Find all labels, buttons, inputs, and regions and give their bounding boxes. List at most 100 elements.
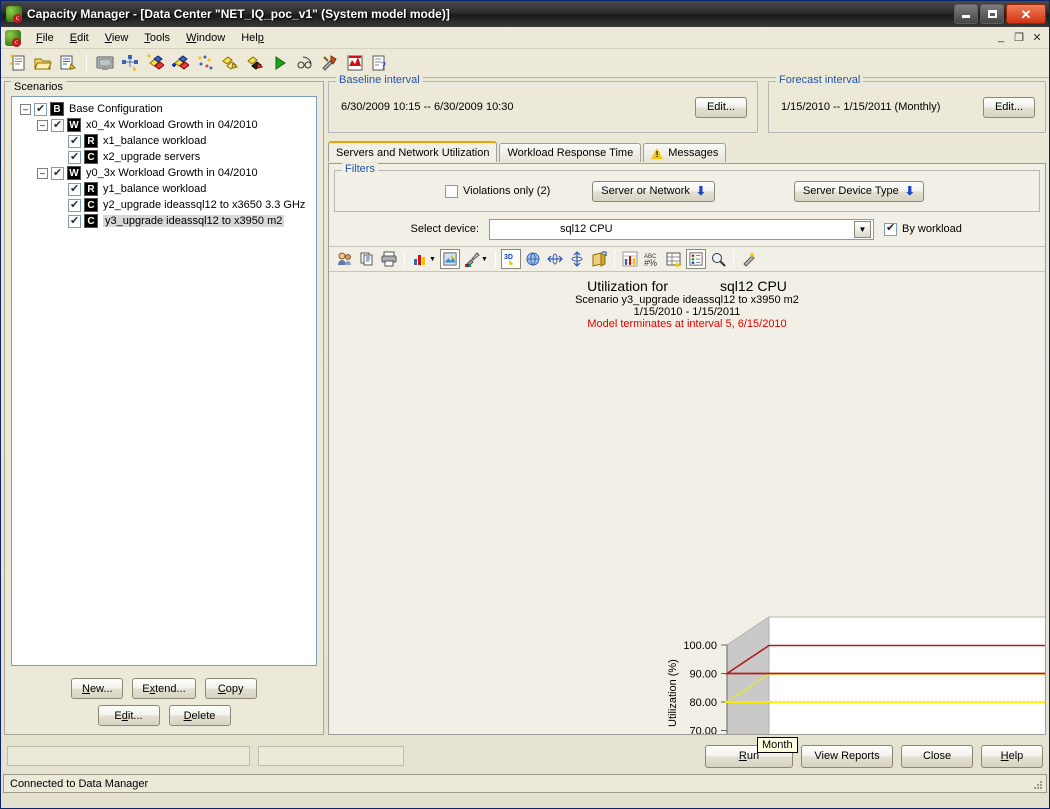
rotate-vertical-icon[interactable] bbox=[567, 249, 587, 269]
copy-scenario-button[interactable]: Copy bbox=[204, 678, 257, 699]
open-folder-icon[interactable] bbox=[32, 52, 54, 74]
close-button-bottom[interactable]: Close bbox=[901, 744, 973, 768]
tree-expander-icon[interactable]: – bbox=[37, 119, 48, 131]
legend-icon[interactable] bbox=[685, 249, 706, 269]
svg-text:100.00: 100.00 bbox=[683, 640, 717, 652]
run-icon[interactable] bbox=[269, 52, 291, 74]
tree-node-checkbox[interactable] bbox=[68, 182, 81, 196]
edit-scenario-icon[interactable] bbox=[219, 52, 241, 74]
server-or-network-button[interactable]: Server or Network ⬇ bbox=[592, 180, 715, 202]
scatter-icon[interactable] bbox=[194, 52, 216, 74]
tree-node-badge: C bbox=[84, 198, 98, 212]
tree-node[interactable]: Cy3_upgrade ideassql12 to x3950 m2 bbox=[14, 213, 314, 229]
mdi-app-icon[interactable] bbox=[5, 29, 21, 47]
tree-node-checkbox[interactable] bbox=[68, 198, 81, 212]
tab-workload-response-time[interactable]: Workload Response Time bbox=[499, 143, 642, 162]
tab-servers-and-network-utilization[interactable]: Servers and Network Utilization bbox=[328, 141, 498, 162]
chart-type-icon[interactable] bbox=[410, 249, 430, 269]
tree-node[interactable]: – Wx0_4x Workload Growth in 04/2010 bbox=[14, 117, 314, 133]
view-reports-button[interactable]: View Reports bbox=[801, 744, 893, 768]
scenario-tree[interactable]: –BBase Configuration–Wx0_4x Workload Gro… bbox=[11, 96, 317, 666]
tree-node-checkbox[interactable] bbox=[34, 102, 47, 116]
brush-caret-icon[interactable]: ▼ bbox=[481, 256, 488, 263]
edit-document-icon[interactable] bbox=[57, 52, 79, 74]
status-bar: Connected to Data Manager bbox=[3, 774, 1047, 793]
new-scenario-icon[interactable] bbox=[144, 52, 166, 74]
palette-icon[interactable] bbox=[439, 249, 460, 269]
tree-node[interactable]: – B Base Configuration bbox=[14, 101, 314, 117]
extend-scenario-button[interactable]: Ex tend... bbox=[132, 678, 196, 699]
chevron-down-icon-combo[interactable]: ▼ bbox=[854, 220, 871, 238]
tools-icon[interactable] bbox=[319, 52, 341, 74]
tree-node-checkbox[interactable] bbox=[51, 118, 64, 132]
by-workload-box[interactable] bbox=[884, 221, 897, 236]
zoom-icon[interactable] bbox=[708, 249, 728, 269]
3d-view-icon[interactable]: 3D bbox=[500, 249, 521, 269]
tree-expander-icon[interactable]: – bbox=[20, 103, 31, 115]
tree-node[interactable]: Rx1_balance workload bbox=[14, 133, 314, 149]
monitor-icon[interactable] bbox=[94, 52, 116, 74]
action-buttons: Run Month View Reports Close Help bbox=[705, 736, 1043, 768]
mdi-minimize-button[interactable]: _ bbox=[995, 31, 1007, 44]
menu-help[interactable]: Help bbox=[233, 30, 272, 46]
report-icon[interactable] bbox=[344, 52, 366, 74]
new-scenario-button[interactable]: New... bbox=[71, 678, 124, 699]
by-workload-checkbox[interactable]: By workload bbox=[884, 221, 962, 236]
device-select-combo[interactable]: sql12 CPU ▼ bbox=[489, 218, 874, 240]
help-button[interactable]: Help bbox=[981, 744, 1043, 768]
minimize-button[interactable] bbox=[954, 4, 978, 24]
baseline-interval-value: 6/30/2009 10:15 -- 6/30/2009 10:30 bbox=[341, 101, 514, 113]
menu-view[interactable]: View bbox=[97, 30, 137, 46]
tree-node[interactable]: Ry1_balance workload bbox=[14, 181, 314, 197]
perspective-icon[interactable] bbox=[589, 249, 609, 269]
glasses-icon[interactable] bbox=[294, 52, 316, 74]
copy-icon[interactable] bbox=[357, 249, 377, 269]
tree-node-checkbox[interactable] bbox=[68, 150, 81, 164]
chart-type-caret-icon[interactable]: ▼ bbox=[429, 256, 436, 263]
menu-window[interactable]: Window bbox=[178, 30, 233, 46]
mdi-restore-button[interactable]: ❐ bbox=[1013, 31, 1025, 44]
chart-toolbar-separator-2 bbox=[494, 251, 496, 267]
menu-edit[interactable]: Edit bbox=[62, 30, 97, 46]
globe-icon[interactable] bbox=[523, 249, 543, 269]
network-nodes-icon[interactable] bbox=[119, 52, 141, 74]
menu-tools[interactable]: Tools bbox=[136, 30, 178, 46]
baseline-interval-legend: Baseline interval bbox=[336, 74, 423, 86]
mdi-close-button[interactable]: ✕ bbox=[1031, 31, 1043, 44]
delete-scenario-icon[interactable] bbox=[244, 52, 266, 74]
table-icon[interactable] bbox=[664, 249, 684, 269]
menu-tools-label: ools bbox=[149, 31, 171, 44]
tree-expander-icon[interactable]: – bbox=[37, 167, 48, 179]
add-scenario-icon[interactable] bbox=[169, 52, 191, 74]
tree-node[interactable]: Cy2_upgrade ideassql12 to x3650 3.3 GHz bbox=[14, 197, 314, 213]
extend-scenario-label: tend... bbox=[155, 682, 186, 695]
wizard-icon[interactable] bbox=[739, 249, 759, 269]
resize-grip[interactable] bbox=[1030, 777, 1044, 791]
brush-icon[interactable] bbox=[462, 249, 482, 269]
edit-scenario-label: it... bbox=[127, 709, 143, 722]
help-icon[interactable]: ? bbox=[369, 52, 391, 74]
print-icon[interactable] bbox=[379, 249, 399, 269]
rotate-horizontal-icon[interactable] bbox=[545, 249, 565, 269]
violations-only-checkbox[interactable]: Violations only (2) bbox=[445, 184, 550, 198]
tree-node-checkbox[interactable] bbox=[68, 214, 81, 228]
tree-node-checkbox[interactable] bbox=[51, 166, 64, 180]
tree-node[interactable]: – Wy0_3x Workload Growth in 04/2010 bbox=[14, 165, 314, 181]
tab-messages[interactable]: Messages bbox=[643, 143, 727, 162]
close-button[interactable]: ✕ bbox=[1006, 4, 1046, 24]
delete-scenario-button[interactable]: Delete bbox=[168, 705, 231, 726]
maximize-button[interactable] bbox=[980, 4, 1004, 24]
menu-file[interactable]: File bbox=[28, 30, 62, 46]
server-device-type-button[interactable]: Server Device Type ⬇ bbox=[793, 180, 924, 202]
new-document-icon[interactable] bbox=[7, 52, 29, 74]
violations-only-box[interactable] bbox=[445, 184, 458, 198]
number-format-icon[interactable]: ABC #% bbox=[642, 249, 662, 269]
tree-node-label: y1_balance workload bbox=[103, 183, 207, 195]
tree-node[interactable]: Cx2_upgrade servers bbox=[14, 149, 314, 165]
edit-scenario-button[interactable]: Ed it... bbox=[97, 705, 160, 726]
forecast-edit-button[interactable]: Edit... bbox=[983, 96, 1035, 118]
gridlines-icon[interactable] bbox=[620, 249, 640, 269]
tree-node-checkbox[interactable] bbox=[68, 134, 81, 148]
baseline-edit-button[interactable]: Edit... bbox=[695, 96, 747, 118]
chart-properties-icon[interactable] bbox=[335, 249, 355, 269]
